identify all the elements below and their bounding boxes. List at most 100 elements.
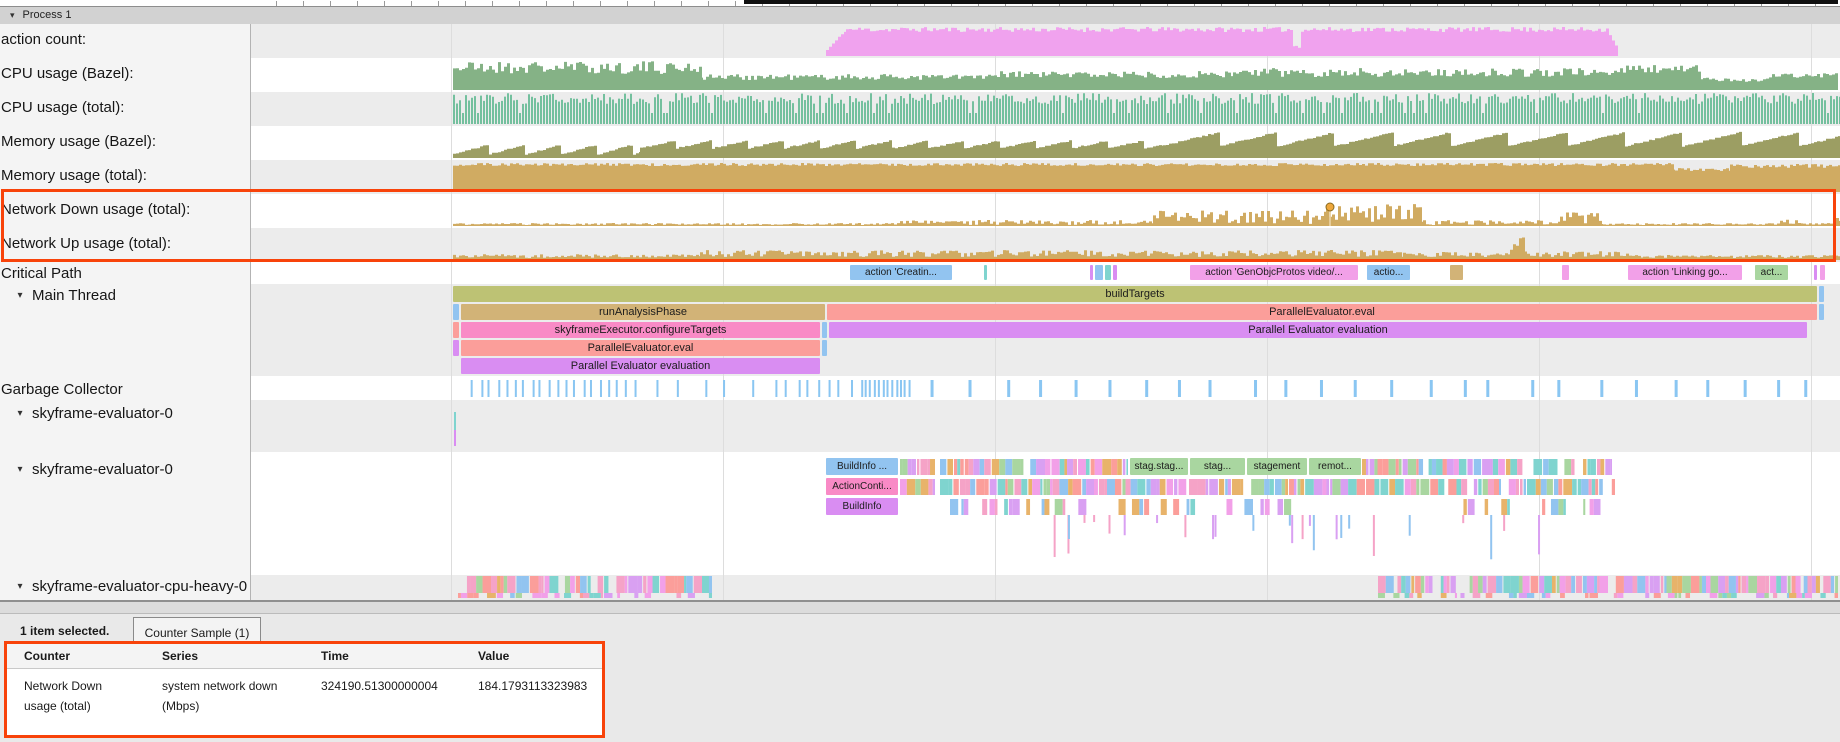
slice-sliver[interactable]	[1137, 479, 1145, 495]
slice-sliver[interactable]	[1411, 479, 1417, 495]
col-series[interactable]: Series	[145, 644, 304, 669]
counter-chart-mem-total[interactable]	[453, 163, 1840, 192]
slice-sliver[interactable]	[1546, 593, 1551, 598]
slice-sliver[interactable]	[1021, 479, 1027, 495]
slice-sliver[interactable]	[982, 499, 987, 515]
slice-sliver[interactable]	[1399, 459, 1402, 475]
slice-main-thread-4[interactable]	[453, 340, 459, 356]
slice-sliver[interactable]	[1441, 593, 1447, 598]
gc-event-tick[interactable]	[1178, 380, 1181, 397]
slice-sliver[interactable]	[1178, 479, 1186, 495]
slice-sliver[interactable]	[1742, 576, 1747, 593]
slice-sliver[interactable]	[907, 479, 915, 495]
slice-sliver[interactable]	[1691, 576, 1699, 593]
gc-event-tick[interactable]	[1007, 380, 1010, 397]
slice-sliver[interactable]	[1718, 576, 1725, 593]
gc-event-tick[interactable]	[1635, 380, 1638, 397]
slice-sliver[interactable]	[565, 576, 570, 593]
slice-sliver[interactable]	[1533, 459, 1542, 475]
slice-sliver[interactable]	[1503, 576, 1510, 593]
slice-sliver[interactable]	[1571, 459, 1574, 475]
slice-sliver[interactable]	[1558, 499, 1563, 515]
slice-sliver[interactable]	[483, 576, 491, 593]
slice-sliver[interactable]	[1389, 459, 1396, 475]
slice-sliver[interactable]	[1144, 499, 1149, 515]
slice-sliver[interactable]	[1664, 576, 1666, 593]
slice-sliver[interactable]	[1807, 576, 1811, 593]
slice-sliver[interactable]	[1702, 576, 1706, 593]
slice-sliver[interactable]	[1572, 479, 1577, 495]
gc-event-tick[interactable]	[1209, 380, 1212, 397]
slice-sliver[interactable]	[1053, 479, 1060, 495]
slice-actio-[interactable]: actio...	[1367, 265, 1410, 280]
slice-buildinfo[interactable]: BuildInfo	[826, 498, 898, 515]
gc-event-tick[interactable]	[806, 380, 808, 397]
slice-sliver[interactable]	[1589, 479, 1592, 495]
gc-event-tick[interactable]	[557, 380, 559, 397]
gc-event-tick[interactable]	[573, 380, 575, 397]
gc-event-tick[interactable]	[1320, 380, 1323, 397]
slice-sliver[interactable]	[1520, 479, 1523, 495]
slice-sliver[interactable]	[1416, 459, 1418, 475]
slice-sliver[interactable]	[1265, 499, 1270, 515]
slice-sliver[interactable]	[1805, 593, 1812, 598]
slice-sliver[interactable]	[491, 576, 497, 593]
gc-event-tick[interactable]	[818, 380, 820, 397]
gc-event-tick[interactable]	[1354, 380, 1357, 397]
selected-sample-dropline[interactable]	[1329, 211, 1331, 226]
async-dropline[interactable]	[1462, 515, 1464, 523]
slice-sliver[interactable]	[471, 576, 477, 593]
slice-sliver[interactable]	[1447, 576, 1450, 593]
slice-sliver[interactable]	[903, 459, 908, 475]
gc-event-tick[interactable]	[799, 380, 801, 397]
slice-sliver[interactable]	[1095, 459, 1103, 475]
slice-sliver[interactable]	[1078, 459, 1086, 475]
async-dropline[interactable]	[1490, 515, 1492, 559]
slice-sliver[interactable]	[1297, 479, 1300, 495]
slice-sliver[interactable]	[1517, 459, 1522, 475]
gc-event-tick[interactable]	[723, 380, 725, 397]
slice-sliver[interactable]	[1030, 459, 1036, 475]
gc-event-tick[interactable]	[861, 380, 863, 397]
slice-sliver[interactable]	[1447, 459, 1454, 475]
slice-sliver[interactable]	[1209, 479, 1218, 495]
slice-sliver[interactable]	[1419, 459, 1423, 475]
slice-sliver[interactable]	[961, 499, 963, 515]
gc-event-tick[interactable]	[829, 380, 831, 397]
slice-sliver[interactable]	[1332, 479, 1340, 495]
gc-event-tick[interactable]	[896, 380, 898, 397]
slice-sliver[interactable]	[487, 593, 496, 598]
slice-sliver[interactable]	[1486, 593, 1493, 598]
slice-sliver[interactable]	[1366, 479, 1374, 495]
slice-sliver[interactable]	[1370, 459, 1375, 475]
slice-sliver[interactable]	[1756, 593, 1764, 598]
slice-sliver[interactable]	[1284, 499, 1291, 515]
slice-sliver[interactable]	[1228, 479, 1231, 495]
slice-sliver[interactable]	[960, 479, 965, 495]
slice-sliver[interactable]	[1139, 499, 1143, 515]
slice-sliver[interactable]	[1042, 499, 1045, 515]
gc-event-tick[interactable]	[1390, 380, 1393, 397]
slice-sliver[interactable]	[1421, 576, 1424, 593]
slice-sliver[interactable]	[1583, 459, 1586, 475]
slice-sliver[interactable]	[1047, 479, 1050, 495]
slice-stagement[interactable]: stagement	[1247, 458, 1307, 475]
gc-event-tick[interactable]	[1531, 380, 1534, 397]
slice-main-thread-3[interactable]	[822, 322, 827, 338]
slice-sliver[interactable]	[1812, 576, 1816, 593]
async-dropline[interactable]	[1409, 515, 1411, 536]
slice-sliver[interactable]	[677, 576, 684, 593]
slice-sliver[interactable]	[1382, 459, 1388, 475]
slice-sliver[interactable]	[1650, 576, 1654, 593]
slice-sliver[interactable]	[1043, 479, 1046, 495]
async-dropline[interactable]	[1302, 515, 1304, 539]
slice-sliver[interactable]	[1474, 459, 1481, 475]
slice-sliver[interactable]	[674, 576, 677, 593]
slice-sliver[interactable]	[1326, 479, 1329, 495]
slice-sliver[interactable]	[1123, 459, 1126, 475]
slice-sliver[interactable]	[1456, 479, 1461, 495]
async-dropline[interactable]	[1336, 515, 1338, 539]
slice-sliver[interactable]	[1219, 479, 1224, 495]
slice-sliver[interactable]	[1264, 479, 1269, 495]
slice-sliver[interactable]	[583, 593, 589, 598]
